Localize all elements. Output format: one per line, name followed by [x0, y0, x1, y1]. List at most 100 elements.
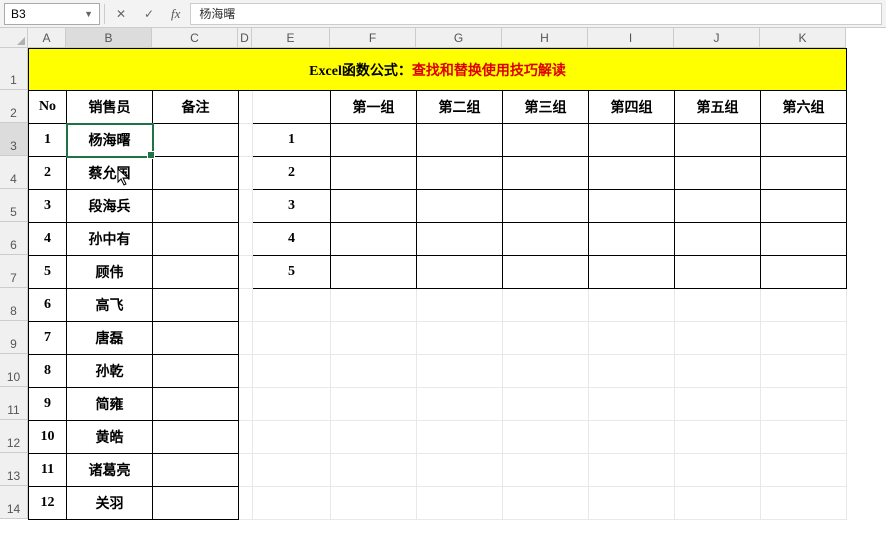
cell-F4[interactable]: [331, 157, 417, 190]
cell-E14[interactable]: [253, 487, 331, 520]
column-header-J[interactable]: J: [674, 28, 760, 48]
cell-J8[interactable]: [675, 289, 761, 322]
cell-H6[interactable]: [503, 223, 589, 256]
cell-H13[interactable]: [503, 454, 589, 487]
cell-G5[interactable]: [417, 190, 503, 223]
cell-G9[interactable]: [417, 322, 503, 355]
cell-F9[interactable]: [331, 322, 417, 355]
cell-J14[interactable]: [675, 487, 761, 520]
cell-E11[interactable]: [253, 388, 331, 421]
cell-G10[interactable]: [417, 355, 503, 388]
cell-K14[interactable]: [761, 487, 847, 520]
row-header-14[interactable]: 14: [0, 486, 28, 519]
cell-J11[interactable]: [675, 388, 761, 421]
cell-C11[interactable]: [153, 388, 239, 421]
cell-J5[interactable]: [675, 190, 761, 223]
cell-H7[interactable]: [503, 256, 589, 289]
cell-B13[interactable]: 诸葛亮: [67, 454, 153, 487]
cell-F7[interactable]: [331, 256, 417, 289]
cell-D7[interactable]: [239, 256, 253, 289]
cell-H12[interactable]: [503, 421, 589, 454]
cell-J12[interactable]: [675, 421, 761, 454]
cell-D6[interactable]: [239, 223, 253, 256]
cell-C9[interactable]: [153, 322, 239, 355]
cell-H8[interactable]: [503, 289, 589, 322]
cell-E7[interactable]: 5: [253, 256, 331, 289]
cell-F5[interactable]: [331, 190, 417, 223]
column-header-A[interactable]: A: [28, 28, 66, 48]
cell-C2[interactable]: 备注: [153, 91, 239, 124]
cell-H9[interactable]: [503, 322, 589, 355]
cell-J3[interactable]: [675, 124, 761, 157]
cell-D2[interactable]: [239, 91, 253, 124]
cell-K8[interactable]: [761, 289, 847, 322]
cell-A4[interactable]: 2: [29, 157, 67, 190]
cell-J7[interactable]: [675, 256, 761, 289]
cell-H10[interactable]: [503, 355, 589, 388]
column-header-K[interactable]: K: [760, 28, 846, 48]
cell-J9[interactable]: [675, 322, 761, 355]
cell-A12[interactable]: 10: [29, 421, 67, 454]
cell-E5[interactable]: 3: [253, 190, 331, 223]
cell-K9[interactable]: [761, 322, 847, 355]
cell-F13[interactable]: [331, 454, 417, 487]
row-header-13[interactable]: 13: [0, 453, 28, 486]
column-header-E[interactable]: E: [252, 28, 330, 48]
cell-B8[interactable]: 高飞: [67, 289, 153, 322]
cell-G6[interactable]: [417, 223, 503, 256]
cell-B12[interactable]: 黄皓: [67, 421, 153, 454]
cell-A7[interactable]: 5: [29, 256, 67, 289]
cell-B6[interactable]: 孙中有: [67, 223, 153, 256]
cell-I5[interactable]: [589, 190, 675, 223]
cell-G7[interactable]: [417, 256, 503, 289]
cell-C5[interactable]: [153, 190, 239, 223]
cancel-icon[interactable]: ✕: [109, 3, 133, 25]
cell-K12[interactable]: [761, 421, 847, 454]
fx-icon[interactable]: fx: [165, 6, 186, 22]
cell-C14[interactable]: [153, 487, 239, 520]
cell-J4[interactable]: [675, 157, 761, 190]
cell-I13[interactable]: [589, 454, 675, 487]
row-header-4[interactable]: 4: [0, 156, 28, 189]
row-header-3[interactable]: 3: [0, 123, 28, 156]
select-all-corner[interactable]: [0, 28, 28, 48]
cell-I12[interactable]: [589, 421, 675, 454]
cell-G14[interactable]: [417, 487, 503, 520]
cell-D10[interactable]: [239, 355, 253, 388]
cell-A6[interactable]: 4: [29, 223, 67, 256]
cell-B2[interactable]: 销售员: [67, 91, 153, 124]
cell-K7[interactable]: [761, 256, 847, 289]
column-header-B[interactable]: B: [66, 28, 152, 48]
column-header-I[interactable]: I: [588, 28, 674, 48]
cell-C12[interactable]: [153, 421, 239, 454]
cell-B14[interactable]: 关羽: [67, 487, 153, 520]
cell-I14[interactable]: [589, 487, 675, 520]
cell-F14[interactable]: [331, 487, 417, 520]
cell-B3[interactable]: 杨海曙: [67, 124, 153, 157]
cell-A8[interactable]: 6: [29, 289, 67, 322]
cell-A13[interactable]: 11: [29, 454, 67, 487]
row-header-1[interactable]: 1: [0, 48, 28, 90]
cell-H14[interactable]: [503, 487, 589, 520]
confirm-icon[interactable]: ✓: [137, 3, 161, 25]
cell-I10[interactable]: [589, 355, 675, 388]
cell-F10[interactable]: [331, 355, 417, 388]
cell-B5[interactable]: 段海兵: [67, 190, 153, 223]
cell-B9[interactable]: 唐磊: [67, 322, 153, 355]
cell-A14[interactable]: 12: [29, 487, 67, 520]
row-header-11[interactable]: 11: [0, 387, 28, 420]
row-header-6[interactable]: 6: [0, 222, 28, 255]
cell-D11[interactable]: [239, 388, 253, 421]
cell-C7[interactable]: [153, 256, 239, 289]
cell-A11[interactable]: 9: [29, 388, 67, 421]
cell-I3[interactable]: [589, 124, 675, 157]
cell-J13[interactable]: [675, 454, 761, 487]
cell-I6[interactable]: [589, 223, 675, 256]
row-header-8[interactable]: 8: [0, 288, 28, 321]
cell-F2[interactable]: 第一组: [331, 91, 417, 124]
cell-K2[interactable]: 第六组: [761, 91, 847, 124]
row-header-5[interactable]: 5: [0, 189, 28, 222]
cell-J10[interactable]: [675, 355, 761, 388]
cell-K3[interactable]: [761, 124, 847, 157]
cell-G8[interactable]: [417, 289, 503, 322]
